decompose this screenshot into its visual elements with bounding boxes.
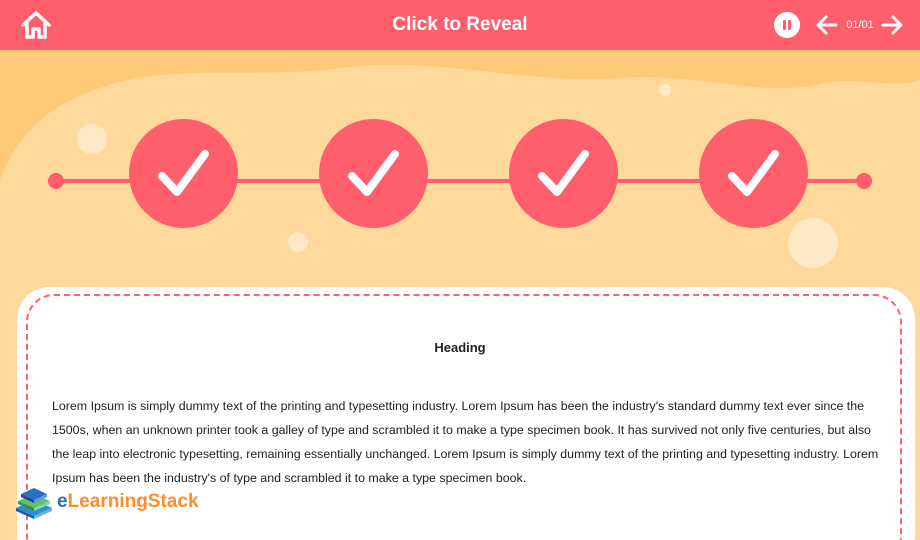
timeline-end-dot [856,173,872,189]
step-1-button[interactable] [129,119,238,228]
step-4-button[interactable] [699,119,808,228]
next-button[interactable] [880,13,904,37]
top-bar: Click to Reveal 01/01 [0,0,920,50]
prev-button[interactable] [815,13,839,37]
step-2-button[interactable] [319,119,428,228]
arrow-right-icon [881,15,903,35]
brand-logo-text: eLearningStack [57,491,199,512]
pause-button[interactable] [774,12,800,38]
checkmark-icon [348,150,399,196]
step-3-button[interactable] [509,119,618,228]
page-counter: 01/01 [846,19,874,31]
brand-logo: eLearningStack [14,486,224,522]
content-heading: Heading [434,340,486,355]
checkmark-icon [538,150,589,196]
content-paragraph: Lorem Ipsum is simply dummy text of the … [52,399,879,485]
timeline-start-dot [48,173,64,189]
checkmark-icon [728,150,779,196]
arrow-left-icon [816,15,838,35]
stacked-books-icon [16,488,52,519]
checkmark-icon [158,150,209,196]
